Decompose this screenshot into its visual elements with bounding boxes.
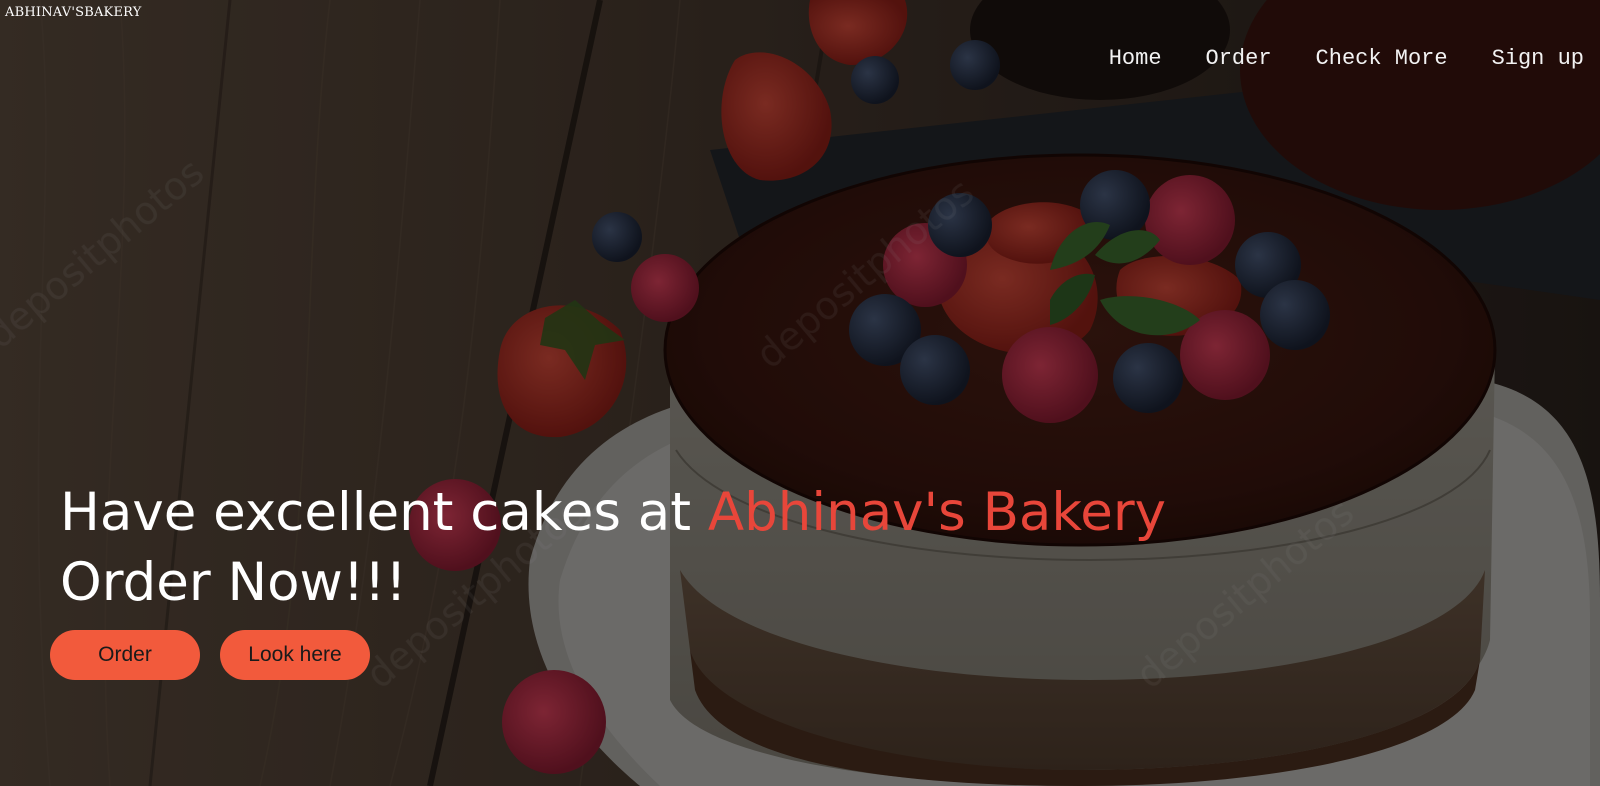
- headline-lead: Have excellent cakes at: [60, 482, 708, 543]
- headline-brand-accent: Abhinav's Bakery: [707, 482, 1166, 543]
- nav-item-home[interactable]: Home: [1087, 46, 1184, 71]
- hero-headline: Have excellent cakes at Abhinav's Bakery…: [60, 478, 1166, 618]
- look-here-button[interactable]: Look here: [220, 630, 370, 680]
- main-nav: Home Order Check More Sign up: [1087, 46, 1584, 71]
- nav-item-check-more[interactable]: Check More: [1294, 46, 1470, 71]
- headline-cta-text: Order Now!!!: [60, 552, 407, 613]
- nav-item-sign-up[interactable]: Sign up: [1470, 46, 1584, 71]
- hero-actions: Order Look here: [50, 630, 370, 680]
- order-button[interactable]: Order: [50, 630, 200, 680]
- brand-logo[interactable]: ABHINAV'SBAKERY: [5, 5, 142, 20]
- nav-item-order[interactable]: Order: [1184, 46, 1294, 71]
